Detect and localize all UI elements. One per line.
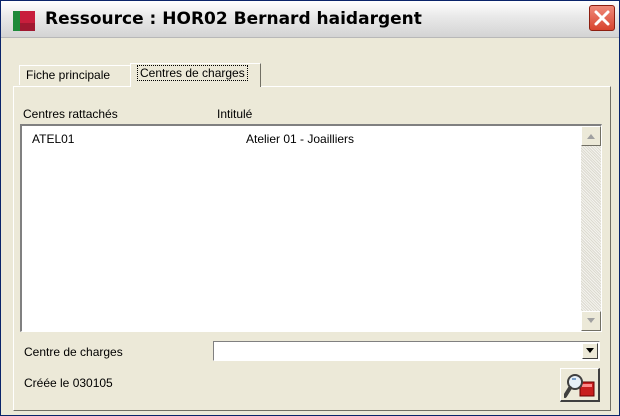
arrow-down-icon bbox=[587, 318, 595, 323]
app-icon bbox=[13, 11, 35, 31]
scroll-up-button[interactable] bbox=[581, 126, 601, 146]
centre-de-charges-select[interactable] bbox=[213, 341, 600, 361]
close-button[interactable] bbox=[589, 5, 615, 31]
column-header-intitule[interactable]: Intitulé bbox=[217, 107, 252, 121]
tab-label: Fiche principale bbox=[26, 68, 111, 82]
dropdown-button[interactable] bbox=[582, 343, 598, 359]
search-card-icon bbox=[564, 374, 595, 398]
vertical-scrollbar[interactable] bbox=[581, 126, 601, 331]
created-date-text: Créée le 030105 bbox=[24, 376, 113, 390]
scroll-down-button[interactable] bbox=[581, 311, 601, 331]
centres-list[interactable]: ATEL01 Atelier 01 - Joailliers bbox=[20, 124, 602, 332]
window-title: Ressource : HOR02 Bernard haidargent bbox=[45, 9, 422, 29]
centre-label: Atelier 01 - Joailliers bbox=[246, 132, 355, 146]
window: Ressource : HOR02 Bernard haidargent Fic… bbox=[0, 0, 620, 416]
tab-fiche-principale[interactable]: Fiche principale bbox=[19, 65, 131, 85]
chevron-down-icon bbox=[586, 348, 594, 353]
search-action-button[interactable] bbox=[560, 368, 600, 402]
close-icon bbox=[594, 10, 610, 26]
column-header-centres[interactable]: Centres rattachés bbox=[23, 107, 118, 121]
tab-centres-de-charges[interactable]: Centres de charges bbox=[130, 63, 261, 87]
list-item[interactable]: ATEL01 Atelier 01 - Joailliers bbox=[22, 132, 582, 148]
centre-code: ATEL01 bbox=[32, 132, 75, 146]
tab-label: Centres de charges bbox=[137, 65, 248, 81]
centre-de-charges-label: Centre de charges bbox=[24, 345, 123, 359]
arrow-up-icon bbox=[587, 134, 595, 139]
title-bar[interactable]: Ressource : HOR02 Bernard haidargent bbox=[1, 1, 619, 38]
